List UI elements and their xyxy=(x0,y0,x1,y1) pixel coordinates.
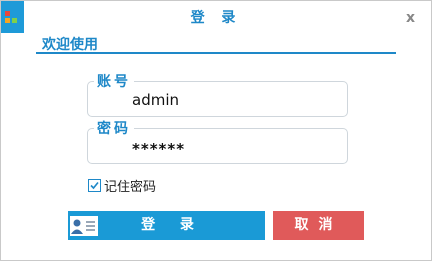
username-field[interactable]: 账号 admin xyxy=(87,71,348,117)
password-label: 密码 xyxy=(94,118,134,138)
username-label: 账号 xyxy=(94,71,134,91)
remember-password[interactable]: 记住密码 xyxy=(88,176,156,195)
divider xyxy=(36,52,396,54)
password-input[interactable]: ****** xyxy=(132,140,185,158)
close-icon[interactable]: x xyxy=(406,10,415,26)
login-dialog: 登 录 x 欢迎使用 账号 admin 密码 ****** 记住密码 登 录 取… xyxy=(0,0,432,261)
cancel-button[interactable]: 取消 xyxy=(273,211,364,240)
login-button[interactable]: 登 录 xyxy=(68,211,265,240)
window-title: 登 录 xyxy=(190,10,242,26)
username-input[interactable]: admin xyxy=(132,91,179,109)
remember-label: 记住密码 xyxy=(104,180,157,195)
login-button-label: 登 录 xyxy=(141,217,204,233)
remember-checkbox[interactable] xyxy=(88,179,101,192)
user-card-icon xyxy=(70,216,98,247)
password-field[interactable]: 密码 ****** xyxy=(87,118,348,164)
welcome-heading: 欢迎使用 xyxy=(42,37,98,53)
cancel-button-label: 取消 xyxy=(294,217,343,233)
checkmark-icon xyxy=(90,181,99,190)
